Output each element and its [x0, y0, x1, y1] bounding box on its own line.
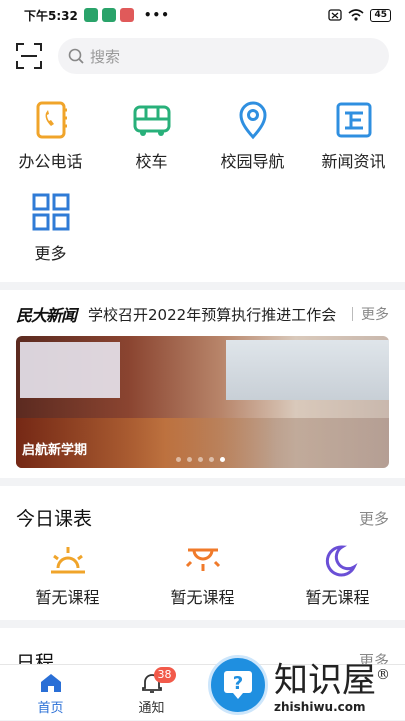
search-placeholder: 搜索 [90, 47, 121, 66]
grid-item-label: 校车 [135, 152, 168, 171]
grid-item-more[interactable]: 更多 [0, 192, 101, 264]
watermark-name: 知识屋® [274, 660, 390, 701]
banner-projection-screen [20, 342, 120, 398]
shield-icon [101, 8, 116, 22]
bus-icon [132, 100, 172, 140]
today-courses-card: 今日课表 更多 暂无课程 暂无课程 暂无课程 [0, 486, 405, 620]
watermark-domain: zhishiwu.com [274, 699, 366, 714]
home-icon [39, 672, 63, 694]
watermark-text: 知识屋® zhishiwu.com [274, 656, 390, 714]
scan-icon[interactable] [16, 43, 42, 69]
news-banner[interactable]: 启航新学期 [16, 336, 389, 468]
watermark-logo-icon: ? [208, 655, 268, 715]
status-app-icons [83, 8, 134, 22]
banner-windows [226, 340, 389, 400]
section-title: 今日课表 [16, 508, 93, 530]
status-right: 45 [328, 8, 391, 22]
course-status: 暂无课程 [305, 588, 370, 607]
tab-home[interactable]: 首页 [0, 665, 101, 721]
tab-notifications[interactable]: 38 通知 [101, 665, 202, 721]
news-card: 民大新闻 学校召开2022年预算执行推进工作会 更多 启航新学期 [0, 290, 405, 478]
course-evening[interactable]: 暂无课程 [270, 544, 405, 608]
news-more-link[interactable]: 更多 [361, 304, 389, 324]
tab-label: 通知 [138, 701, 165, 716]
grid-item-label: 更多 [34, 244, 67, 263]
moon-icon [318, 544, 358, 578]
sunrise-icon [48, 544, 88, 578]
courses-more-link[interactable]: 更多 [359, 508, 389, 529]
news-headline[interactable]: 学校召开2022年预算执行推进工作会 [88, 304, 344, 325]
battery-indicator: 45 [370, 8, 391, 22]
search-input[interactable]: 搜索 [58, 38, 389, 74]
sun-icon [183, 544, 223, 578]
wifi-icon [348, 9, 364, 21]
bell-icon: 38 [140, 667, 176, 694]
top-bar: 搜索 [0, 30, 405, 82]
course-status: 暂无课程 [170, 588, 235, 607]
shield-icon [83, 8, 98, 22]
grid-item-campus-navigation[interactable]: 校园导航 [202, 100, 303, 172]
no-sim-icon [328, 9, 343, 21]
course-status: 暂无课程 [35, 588, 100, 607]
location-pin-icon [233, 100, 273, 140]
pager-dot-active[interactable] [220, 457, 225, 462]
banner-pager [176, 457, 225, 462]
tab-label: 首页 [37, 701, 64, 716]
news-icon [334, 100, 374, 140]
banner-caption: 启航新学期 [22, 443, 88, 458]
grid-item-office-phone[interactable]: 办公电话 [0, 100, 101, 172]
pager-dot[interactable] [209, 457, 214, 462]
app-icon [119, 8, 134, 22]
grid-item-label: 办公电话 [18, 152, 83, 171]
status-time: 下午5:32 [24, 8, 78, 23]
course-morning[interactable]: 暂无课程 [0, 544, 135, 608]
grid-more-icon [31, 192, 71, 232]
pager-dot[interactable] [176, 457, 181, 462]
divider [352, 307, 353, 321]
pager-dot[interactable] [187, 457, 192, 462]
watermark: ? 知识屋® zhishiwu.com [208, 650, 405, 720]
news-header: 民大新闻 学校召开2022年预算执行推进工作会 更多 [16, 302, 389, 326]
grid-item-news[interactable]: 新闻资讯 [303, 100, 404, 172]
grid-item-label: 校园导航 [220, 152, 285, 171]
phone-book-icon [31, 100, 71, 140]
function-grid: 办公电话 校车 校园导航 新闻资讯 更多 [0, 82, 405, 282]
grid-item-label: 新闻资讯 [321, 152, 386, 171]
course-afternoon[interactable]: 暂无课程 [135, 544, 270, 608]
notification-badge: 38 [153, 667, 176, 683]
status-bar: 下午5:32 ••• 45 [0, 0, 405, 30]
svg-text:?: ? [233, 673, 243, 694]
news-logo: 民大新闻 [16, 306, 77, 325]
grid-item-school-bus[interactable]: 校车 [101, 100, 202, 172]
status-more-dots: ••• [143, 8, 170, 22]
pager-dot[interactable] [198, 457, 203, 462]
search-icon [68, 48, 84, 64]
